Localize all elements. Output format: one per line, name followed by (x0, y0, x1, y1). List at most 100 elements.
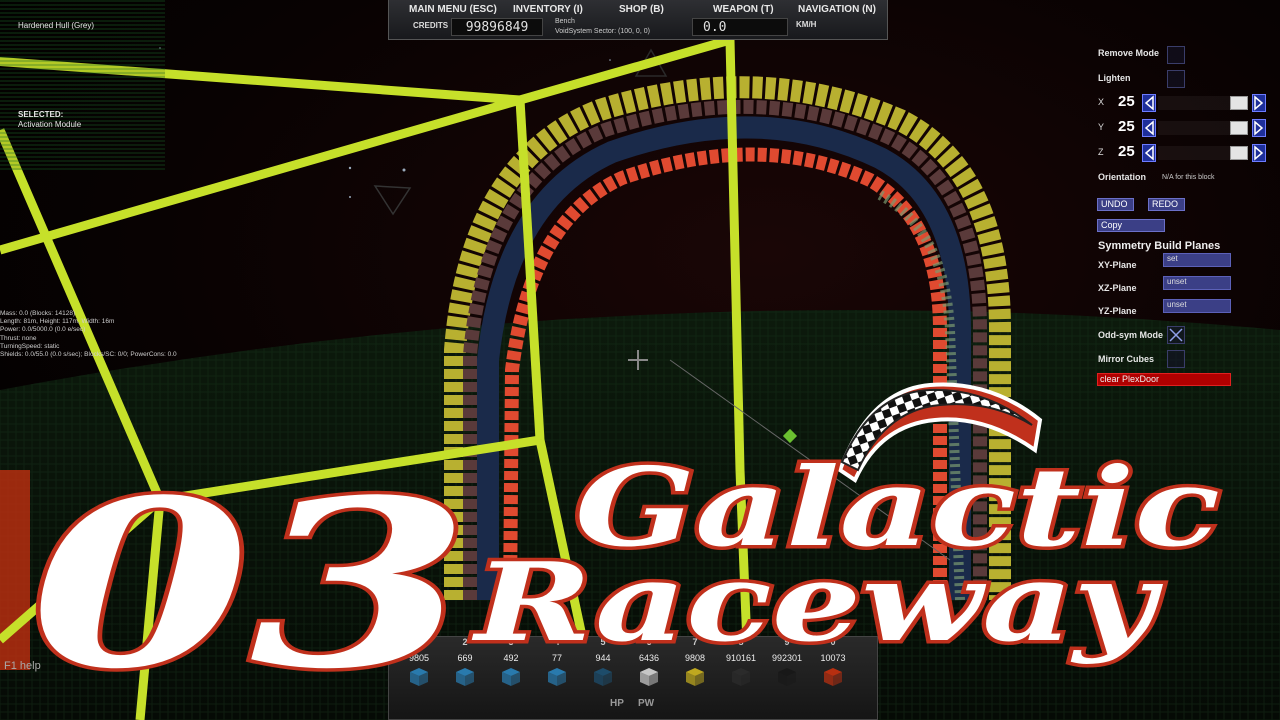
check-x-icon (1169, 328, 1183, 342)
game-viewport[interactable] (0, 0, 1280, 720)
block-cube-icon (456, 668, 474, 686)
credits-label: CREDITS (413, 21, 449, 30)
mirror-cubes-label: Mirror Cubes (1098, 354, 1155, 364)
copy-button[interactable]: Copy (1097, 219, 1165, 232)
axis-x-decrease-button[interactable] (1142, 94, 1156, 112)
stat-turning: TurningSpeed: static (0, 342, 60, 350)
hotbar-slot[interactable]: 1 9805 (397, 637, 441, 689)
arrow-right-icon (1254, 145, 1264, 161)
axis-y-increase-button[interactable] (1252, 119, 1266, 137)
hotbar-slot-number: 4 (554, 637, 560, 647)
block-cube-icon (824, 668, 842, 686)
hotbar-slot-count: 10073 (820, 653, 846, 663)
weapon-button[interactable]: WEAPON (T) (713, 4, 774, 15)
axis-y-label: Y (1098, 122, 1105, 132)
hotbar-slot[interactable]: 2 669 (443, 637, 487, 689)
credits-value: 99896849 (451, 18, 543, 36)
hotbar-slot-count: 77 (551, 653, 562, 663)
odd-sym-checkbox[interactable] (1167, 326, 1185, 344)
hotbar-slot-count: 9805 (408, 653, 430, 663)
hp-label: HP (610, 698, 624, 709)
axis-z-decrease-button[interactable] (1142, 144, 1156, 162)
inventory-button[interactable]: INVENTORY (I) (513, 4, 583, 15)
help-hint[interactable]: F1 help (4, 660, 41, 672)
block-cube-icon (410, 668, 428, 686)
hotbar-slot-number: 3 (508, 637, 514, 647)
stat-thrust: Thrust: none (0, 334, 37, 342)
mirror-cubes-checkbox[interactable] (1167, 350, 1185, 368)
redo-button[interactable]: REDO (1148, 198, 1185, 211)
hotbar-slot-number: 1 (416, 637, 422, 647)
build-panel: Remove Mode Lighten X 25 Y 25 Z 25 Orien… (1090, 40, 1280, 400)
arrow-left-icon (1144, 145, 1154, 161)
remove-mode-checkbox[interactable] (1167, 46, 1185, 64)
hotbar-slot[interactable]: 6 6436 (627, 637, 671, 689)
odd-sym-label: Odd-sym Mode (1098, 330, 1164, 340)
axis-z-value: 25 (1118, 143, 1135, 160)
hotbar-slot-count: 992301 (771, 653, 803, 663)
hotbar-slot-number: 5 (600, 637, 606, 647)
yz-plane-label: YZ-Plane (1098, 306, 1137, 316)
navigation-button[interactable]: NAVIGATION (N) (798, 4, 876, 15)
hotbar-slot[interactable]: 4 77 (535, 637, 579, 689)
axis-y-value: 25 (1118, 118, 1135, 135)
xy-plane-label: XY-Plane (1098, 260, 1137, 270)
xy-plane-button[interactable]: set (1163, 253, 1231, 267)
hotbar-slot[interactable]: 5 944 (581, 637, 625, 689)
block-cube-icon (548, 668, 566, 686)
hotbar-slot-count: 669 (457, 653, 473, 663)
hotbar-slot-number: 2 (462, 637, 468, 647)
hotbar: 1 9805 2 669 3 492 4 77 5 944 6 6436 7 9808 8 910161 9 99… (388, 636, 878, 720)
hull-name: Hardened Hull (Grey) (18, 21, 95, 30)
block-cube-icon (640, 668, 658, 686)
block-cube-icon (686, 668, 704, 686)
speed-value: 0.0 (692, 18, 788, 36)
speed-unit: KM/H (796, 20, 817, 29)
arrow-right-icon (1254, 120, 1264, 136)
clear-plexdoor-button[interactable]: clear PlexDoor (1097, 373, 1231, 386)
undo-button[interactable]: UNDO (1097, 198, 1134, 211)
pw-label: PW (638, 698, 655, 709)
hotbar-slot-number: 9 (784, 637, 790, 647)
hotbar-slot[interactable]: 0 10073 (811, 637, 855, 689)
block-cube-icon (502, 668, 520, 686)
hotbar-slot[interactable]: 8 910161 (719, 637, 763, 689)
lighten-checkbox[interactable] (1167, 70, 1185, 88)
axis-z-slider-knob[interactable] (1230, 146, 1248, 160)
ship-stats: Mass: 0.0 (Blocks: 14128) Length: 81m, H… (0, 310, 177, 359)
axis-x-slider-knob[interactable] (1230, 96, 1248, 110)
stat-mass: Mass: 0.0 (Blocks: 14128) (0, 310, 76, 317)
axis-y-slider-knob[interactable] (1230, 121, 1248, 135)
hotbar-slot[interactable]: 7 9808 (673, 637, 717, 689)
lighten-label: Lighten (1098, 73, 1131, 83)
hotbar-slot-count: 9808 (684, 653, 706, 663)
block-cube-icon (594, 668, 612, 686)
symmetry-title: Symmetry Build Planes (1098, 240, 1221, 252)
hotbar-slot-count: 6436 (638, 653, 660, 663)
selected-block: Activation Module (18, 120, 82, 129)
stat-shields: Shields: 0.0/55.0 (0.0 s/sec); Blocks/SC… (0, 351, 177, 359)
arrow-left-icon (1144, 120, 1154, 136)
hotbar-slot-number: 0 (830, 637, 836, 647)
stat-power: Power: 0.0/5000.0 (0.0 e/sec) (0, 326, 86, 334)
block-cube-icon (778, 668, 796, 686)
axis-z-increase-button[interactable] (1252, 144, 1266, 162)
top-menu-bar: MAIN MENU (ESC) INVENTORY (I) SHOP (B) W… (388, 0, 888, 40)
axis-x-increase-button[interactable] (1252, 94, 1266, 112)
orientation-label: Orientation (1098, 172, 1147, 182)
sector-coordinates: VoidSystem Sector: (100, 0, 0) (555, 28, 650, 35)
hotbar-slot-count: 944 (595, 653, 611, 663)
location-info: Bench VoidSystem Sector: (100, 0, 0) (555, 17, 685, 37)
axis-z-label: Z (1098, 147, 1104, 157)
hotbar-slot-count: 492 (503, 653, 519, 663)
main-menu-button[interactable]: MAIN MENU (ESC) (409, 4, 497, 15)
xz-plane-label: XZ-Plane (1098, 283, 1137, 293)
remove-mode-label: Remove Mode (1098, 48, 1160, 58)
hotbar-slot[interactable]: 3 492 (489, 637, 533, 689)
selected-label: SELECTED: (18, 110, 64, 119)
xz-plane-button[interactable]: unset (1163, 276, 1231, 290)
axis-y-decrease-button[interactable] (1142, 119, 1156, 137)
yz-plane-button[interactable]: unset (1163, 299, 1231, 313)
shop-button[interactable]: SHOP (B) (619, 4, 664, 15)
hotbar-slot[interactable]: 9 992301 (765, 637, 809, 689)
